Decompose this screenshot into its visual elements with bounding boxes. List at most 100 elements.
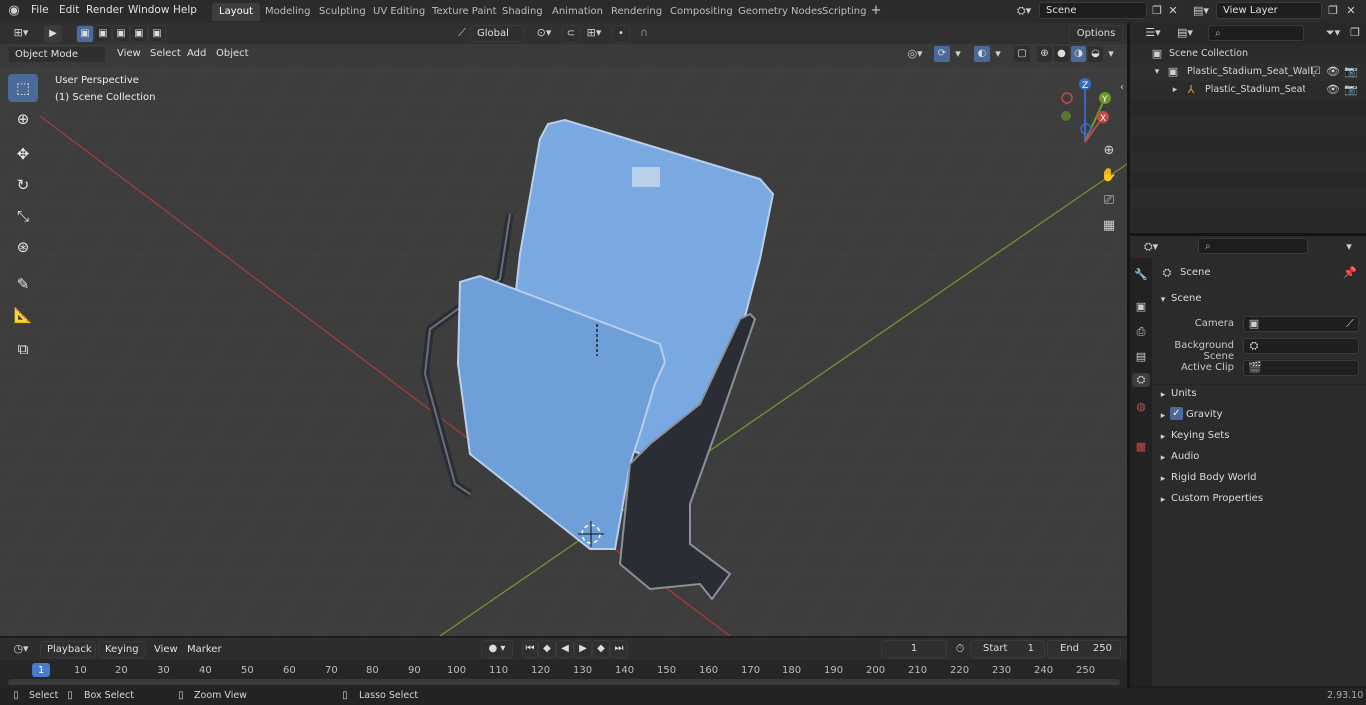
snap-target-icon[interactable]: ⊞▾ [583,26,605,40]
measure-tool-icon[interactable]: 📐 [8,301,38,329]
play-reverse-icon[interactable]: ◀ [556,640,574,658]
section-rigid-body-world[interactable]: Rigid Body World [1171,472,1256,483]
scene-tab-icon[interactable]: ⛭ [1132,373,1150,387]
close-icon[interactable]: ✕ [1345,4,1357,18]
section-custom-properties[interactable]: Custom Properties [1171,493,1263,504]
tab-sculpting[interactable]: Sculpting [312,3,373,21]
tab-uv-editing[interactable]: UV Editing [366,3,432,21]
expand-arrow-icon[interactable]: ▸ [1158,430,1168,444]
close-icon[interactable]: ✕ [1167,4,1179,18]
menu-window[interactable]: Window [128,4,169,16]
chevron-down-icon[interactable]: ▾ [1342,240,1356,254]
editor-type-icon[interactable]: ⊞▾ [8,26,34,40]
tab-texture-paint[interactable]: Texture Paint [425,3,504,21]
add-cube-tool-icon[interactable]: ⧉ [8,335,38,363]
tab-animation[interactable]: Animation [545,3,610,21]
eyedropper-icon[interactable]: ⟋ [1344,317,1356,331]
render-tab-icon[interactable]: ▣ [1134,300,1148,314]
keying-menu[interactable]: Keying [98,641,146,658]
viewport-canvas[interactable]: Z Y X [0,44,1127,636]
new-scene-icon[interactable]: ❐ [1150,4,1164,18]
xray-toggle-icon[interactable]: ▢ [1013,45,1031,63]
menu-help[interactable]: Help [173,4,197,16]
overlay-toggle-icon[interactable]: ◐ [973,45,991,63]
play-icon[interactable]: ▶ [574,640,592,658]
camera-field[interactable]: ▣ ⟋ [1243,316,1359,332]
add-workspace-icon[interactable]: + [869,4,883,18]
tool-tab-icon[interactable]: 🔧 [1134,268,1148,282]
timeline-menu-marker[interactable]: Marker [187,644,222,655]
transform-tool-icon[interactable]: ⊛ [8,233,38,261]
cursor-tool-icon[interactable]: ⊕ [8,105,38,133]
tab-modeling[interactable]: Modeling [258,3,318,21]
end-frame-field[interactable]: End 250 [1047,640,1121,658]
annotate-tool-icon[interactable]: ✎ [8,270,38,298]
pin-icon[interactable]: 📌 [1343,266,1357,280]
tab-compositing[interactable]: Compositing [663,3,740,21]
chevron-down-icon[interactable]: ▾ [1106,47,1116,61]
jump-start-icon[interactable]: ⏮ [522,640,538,658]
filter-icon[interactable]: ⏷▾ [1320,26,1346,40]
camera-icon[interactable]: 📷 [1344,65,1358,79]
gizmo-toggle-icon[interactable]: ⟳ [933,45,951,63]
camera-icon[interactable]: 📷 [1344,83,1358,97]
tab-rendering[interactable]: Rendering [604,3,669,21]
section-audio[interactable]: Audio [1171,451,1199,462]
expand-arrow-icon[interactable]: ▸ [1158,409,1168,423]
current-frame-field[interactable]: 1 [881,640,947,658]
mode-dropdown[interactable]: Object Mode [8,46,106,63]
select-mode-subtract-icon[interactable]: ▣ [112,25,130,43]
outliner-search-input[interactable]: ⌕ [1208,25,1304,41]
snap-toggle-icon[interactable]: ⊂ [562,25,580,43]
new-collection-icon[interactable]: ❐ [1348,26,1362,40]
eye-icon[interactable]: 👁 [1326,83,1340,97]
viewport-menu-select[interactable]: Select [150,48,181,59]
menu-edit[interactable]: Edit [59,4,79,16]
section-units[interactable]: Units [1171,388,1197,399]
editor-type-icon[interactable]: ⛭▾ [1138,240,1164,254]
next-keyframe-icon[interactable]: ◆ [592,640,610,658]
wireframe-shading-icon[interactable]: ⊕ [1036,45,1053,63]
falloff-icon[interactable]: ∩ [633,26,655,40]
expand-arrow-icon[interactable]: ▸ [1158,472,1168,486]
proportional-edit-icon[interactable]: • [612,25,630,43]
rotate-tool-icon[interactable]: ↻ [8,171,38,199]
pivot-point-icon[interactable]: ⊙▾ [532,26,556,40]
background-scene-field[interactable]: ⛭ [1243,338,1359,354]
properties-search-input[interactable]: ⌕ [1198,238,1308,254]
expand-arrow-icon[interactable]: ▸ [1158,388,1168,402]
record-button[interactable]: ● ▾ [481,640,513,658]
viewport-menu-view[interactable]: View [117,48,141,59]
select-mode-intersect-icon[interactable]: ▣ [148,25,166,43]
rendered-shading-icon[interactable]: ◒ [1087,45,1104,63]
outliner-row-root[interactable]: ▣ Scene Collection [1130,45,1366,63]
expand-arrow-icon[interactable]: ▸ [1158,451,1168,465]
tab-shading[interactable]: Shading [495,3,550,21]
active-clip-field[interactable]: 🎬 [1243,360,1359,376]
transform-orientation-dropdown[interactable]: Global [470,25,524,42]
menu-render[interactable]: Render [86,4,123,16]
editor-type-icon[interactable]: ◷▾ [8,642,34,656]
editor-type-icon[interactable]: ☰▾ [1140,26,1166,40]
expand-arrow-icon[interactable]: ▸ [1158,493,1168,507]
zoom-icon[interactable]: ⊕ [1100,144,1118,158]
timeline-menu-view[interactable]: View [154,644,178,655]
solid-shading-icon[interactable]: ● [1053,45,1070,63]
gravity-checkbox[interactable]: ✓ [1170,407,1183,420]
eye-icon[interactable]: 👁 [1326,65,1340,79]
stopwatch-icon[interactable]: ⏱ [953,642,967,656]
viewport-menu-add[interactable]: Add [187,48,206,59]
chevron-down-icon[interactable]: ▾ [993,47,1003,61]
timeline-scrollbar[interactable] [8,679,1120,685]
jump-end-icon[interactable]: ⏭ [610,640,628,658]
output-tab-icon[interactable]: ⎙ [1134,325,1148,339]
panel-title[interactable]: Scene [1171,293,1202,304]
select-mode-invert-icon[interactable]: ▣ [130,25,148,43]
expand-arrow-icon[interactable]: ▾ [1152,65,1162,79]
select-box-tool-icon[interactable]: ⬚ [8,74,38,102]
expand-arrow-icon[interactable]: ▾ [1158,293,1168,307]
section-gravity[interactable]: Gravity [1186,409,1223,420]
scene-icon[interactable]: ⛭▾ [1013,4,1035,18]
view-layer-icon[interactable]: ▤▾ [1190,4,1212,18]
options-button[interactable]: Options [1069,25,1123,43]
